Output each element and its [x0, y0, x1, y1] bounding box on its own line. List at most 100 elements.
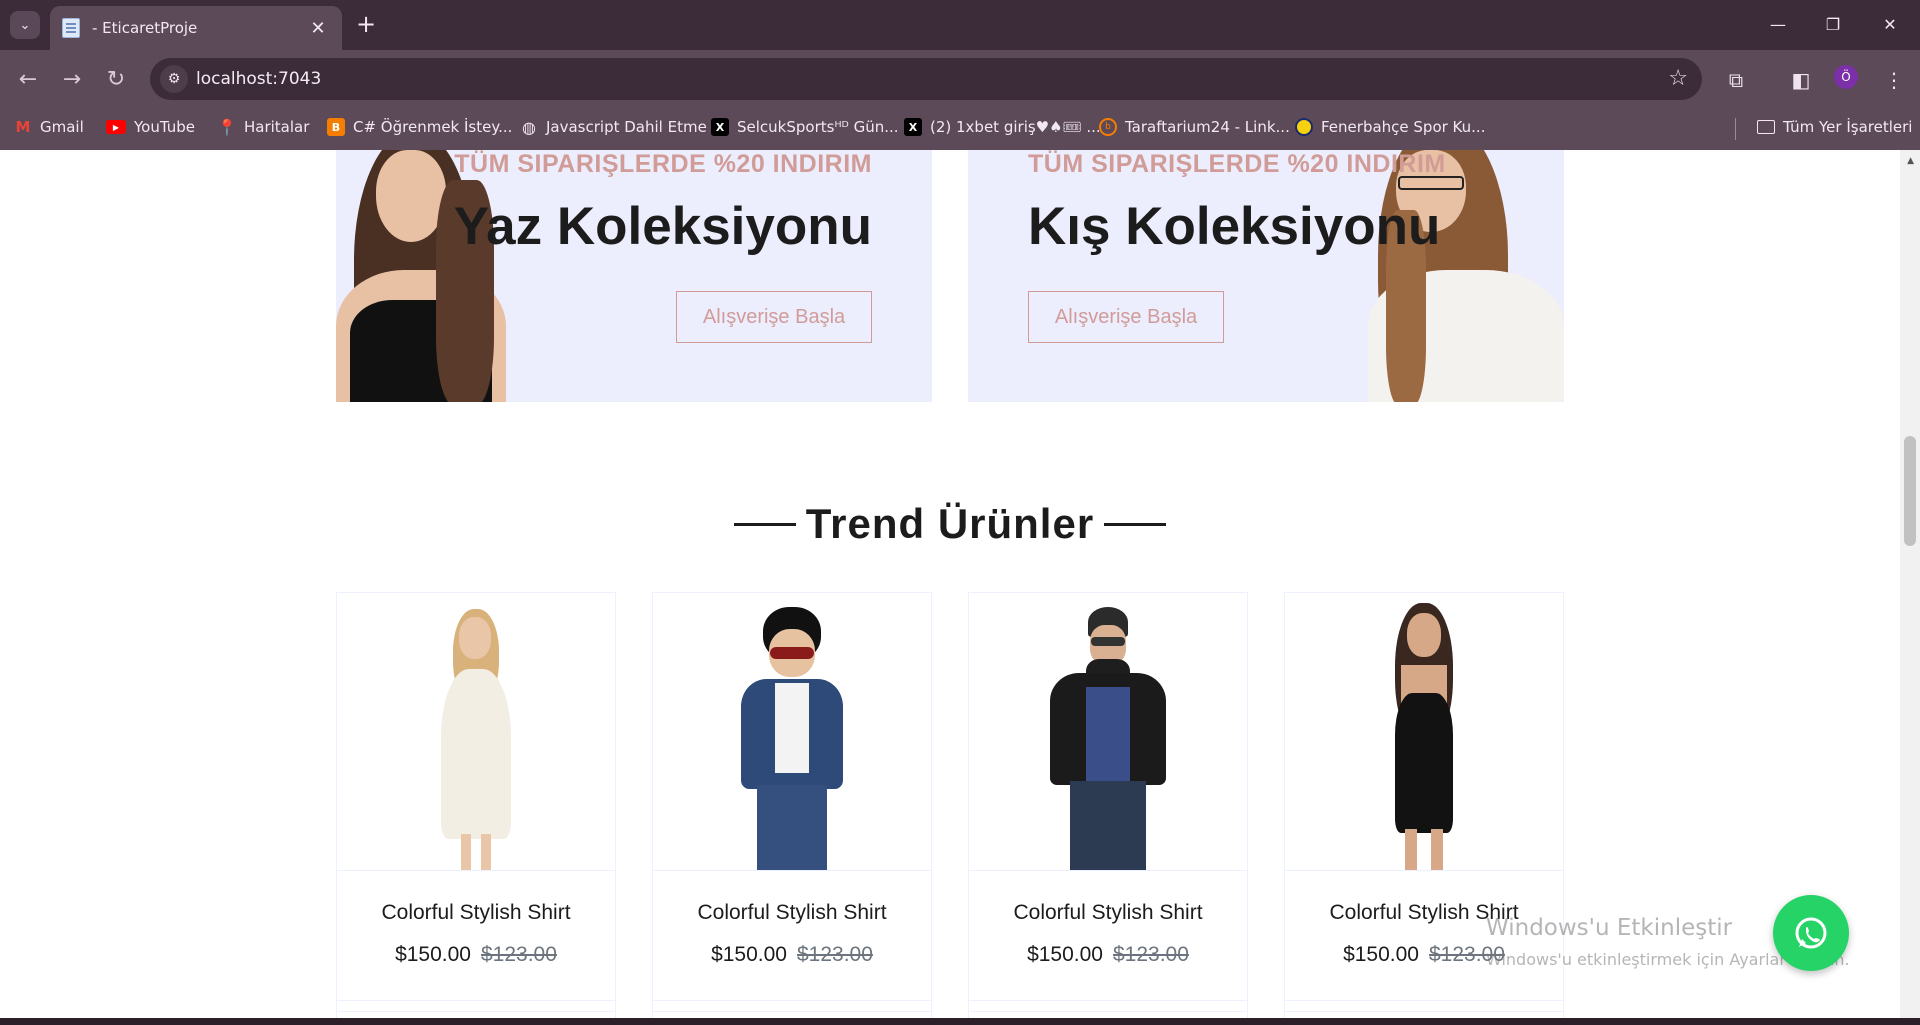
- product-image[interactable]: [653, 593, 931, 871]
- minimize-window-button[interactable]: —: [1756, 8, 1800, 42]
- heading-line-left: [733, 522, 796, 526]
- bookmark-taraftarium[interactable]: b Taraftarium24 - Link...: [1099, 118, 1290, 136]
- forward-button[interactable]: →: [56, 64, 88, 96]
- all-bookmarks-folder[interactable]: Tüm Yer İşaretleri: [1757, 118, 1912, 136]
- sunglasses-icon: [770, 647, 814, 659]
- product-card[interactable]: Colorful Stylish Shirt $150.00 $123.00: [1284, 592, 1564, 1012]
- old-price: $123.00: [1113, 943, 1189, 966]
- bookmark-label: Fenerbahçe Spor Ku...: [1321, 118, 1486, 136]
- winter-model-image: [1338, 150, 1564, 402]
- url-text[interactable]: localhost:7043: [196, 69, 321, 89]
- sunglasses-icon: [1091, 637, 1125, 646]
- browser-tab-bar: ⌄ - EticaretProje ✕ + — ❐ ✕: [0, 0, 1920, 50]
- extensions-icon[interactable]: ⧉: [1721, 68, 1751, 92]
- bookmark-label: Haritalar: [244, 118, 310, 136]
- current-price: $150.00: [395, 943, 471, 966]
- menu-kebab-icon[interactable]: ⋮: [1879, 68, 1909, 92]
- bookmark-label: Tüm Yer İşaretleri: [1783, 118, 1913, 136]
- current-price: $150.00: [1343, 943, 1419, 966]
- bookmark-selcuksports[interactable]: X SelcukSportsᴴᴰ Gün...: [711, 118, 899, 136]
- bookmark-label: Javascript Dahil Etme: [546, 118, 707, 136]
- product-name[interactable]: Colorful Stylish Shirt: [969, 901, 1247, 925]
- restore-window-button[interactable]: ❐: [1811, 8, 1855, 42]
- bookmark-label: C# Öğrenmek İstey...: [353, 118, 513, 136]
- product-name[interactable]: Colorful Stylish Shirt: [337, 901, 615, 925]
- whatsapp-chat-button[interactable]: [1773, 895, 1849, 971]
- close-window-button[interactable]: ✕: [1868, 8, 1912, 42]
- promo-banner-summer: TÜM SIPARIŞLERDE %20 INDIRIM Yaz Koleksi…: [336, 150, 932, 402]
- promo-offer-text: TÜM SIPARIŞLERDE %20 INDIRIM: [454, 150, 872, 178]
- product-price: $150.00 $123.00: [969, 943, 1247, 967]
- taskbar-edge: [0, 1018, 1920, 1025]
- heading-line-right: [1104, 522, 1167, 526]
- gmail-icon: M: [15, 118, 31, 136]
- bookmark-label: (2) 1xbet giriş♥♠🎟 ...: [930, 118, 1101, 136]
- reload-button[interactable]: ↻: [100, 64, 132, 96]
- trend-products-heading: Trend Ürünler: [0, 500, 1900, 548]
- youtube-icon: ▶: [106, 120, 126, 134]
- product-image[interactable]: [1285, 593, 1563, 871]
- address-bar[interactable]: ⚙ localhost:7043 ☆: [150, 58, 1702, 100]
- promo-title: Kış Koleksiyonu: [1028, 197, 1441, 256]
- browser-toolbar: ← → ↻ ⚙ localhost:7043 ☆ ⧉ ◧ ⋮: [0, 50, 1920, 108]
- bookmark-gmail[interactable]: M Gmail: [14, 118, 84, 136]
- product-card[interactable]: Colorful Stylish Shirt $150.00 $123.00: [968, 592, 1248, 1012]
- promo-banner-winter: TÜM SIPARIŞLERDE %20 INDIRIM Kış Koleksi…: [968, 150, 1564, 402]
- close-tab-icon[interactable]: ✕: [306, 18, 330, 39]
- current-price: $150.00: [711, 943, 787, 966]
- tab-title: - EticaretProje: [92, 19, 198, 37]
- bookmark-youtube[interactable]: ▶ YouTube: [106, 118, 195, 136]
- x-icon: X: [711, 118, 729, 136]
- page-favicon-icon: [62, 18, 80, 38]
- product-card[interactable]: Colorful Stylish Shirt $150.00 $123.00: [336, 592, 616, 1012]
- back-button[interactable]: ←: [12, 64, 44, 96]
- taraftarium-icon: b: [1099, 118, 1117, 136]
- profile-avatar[interactable]: Ö: [1834, 65, 1858, 89]
- folder-icon: [1757, 120, 1775, 134]
- summer-model-image: [336, 150, 516, 402]
- bookmark-csharp[interactable]: B C# Öğrenmek İstey...: [327, 118, 512, 136]
- bookmark-fenerbahce[interactable]: Fenerbahçe Spor Ku...: [1295, 118, 1485, 136]
- product-name[interactable]: Colorful Stylish Shirt: [653, 901, 931, 925]
- product-card[interactable]: Colorful Stylish Shirt $150.00 $123.00: [652, 592, 932, 1012]
- page-viewport: TÜM SIPARIŞLERDE %20 INDIRIM Yaz Koleksi…: [0, 150, 1920, 1018]
- old-price: $123.00: [797, 943, 873, 966]
- product-card-next-row[interactable]: [1284, 1000, 1564, 1018]
- product-card-next-row[interactable]: [968, 1000, 1248, 1018]
- bookmark-label: Gmail: [40, 118, 84, 136]
- bookmarks-separator: [1735, 118, 1736, 140]
- page-scrollbar[interactable]: ▲: [1900, 150, 1920, 1018]
- bookmark-label: SelcukSportsᴴᴰ Gün...: [737, 118, 899, 136]
- bookmark-1xbet[interactable]: X (2) 1xbet giriş♥♠🎟 ...: [904, 118, 1101, 136]
- product-card-next-row[interactable]: [652, 1000, 932, 1018]
- site-info-icon[interactable]: ⚙: [160, 65, 188, 93]
- whatsapp-icon: [1795, 917, 1827, 949]
- browser-tab-active[interactable]: - EticaretProje ✕: [50, 6, 342, 50]
- product-image[interactable]: [969, 593, 1247, 871]
- windows-activation-title: Windows'u Etkinleştir: [1486, 915, 1733, 941]
- bookmark-haritalar[interactable]: 📍 Haritalar: [217, 117, 310, 137]
- bookmark-label: Taraftarium24 - Link...: [1125, 118, 1290, 136]
- product-price: $150.00 $123.00: [653, 943, 931, 967]
- product-card-next-row[interactable]: [336, 1000, 616, 1018]
- side-panel-icon[interactable]: ◧: [1786, 68, 1816, 92]
- bookmark-star-icon[interactable]: ☆: [1668, 66, 1688, 91]
- promo-offer-text: TÜM SIPARIŞLERDE %20 INDIRIM: [1028, 150, 1446, 178]
- bookmark-javascript[interactable]: ◍ Javascript Dahil Etme: [520, 117, 707, 137]
- shop-now-button[interactable]: Alışverişe Başla: [676, 291, 872, 343]
- blogger-icon: B: [327, 118, 345, 136]
- scroll-up-arrow-icon[interactable]: ▲: [1907, 156, 1914, 166]
- product-image[interactable]: [337, 593, 615, 871]
- fenerbahce-icon: [1295, 118, 1313, 136]
- bookmark-label: YouTube: [134, 118, 195, 136]
- globe-icon: ◍: [522, 117, 536, 137]
- promo-title: Yaz Koleksiyonu: [453, 197, 872, 256]
- old-price: $123.00: [481, 943, 557, 966]
- section-title: Trend Ürünler: [805, 500, 1095, 547]
- maps-icon: 📍: [217, 117, 237, 137]
- scrollbar-thumb[interactable]: [1904, 436, 1916, 546]
- product-price: $150.00 $123.00: [337, 943, 615, 967]
- tab-search-button[interactable]: ⌄: [10, 11, 40, 39]
- new-tab-button[interactable]: +: [352, 10, 380, 38]
- shop-now-button[interactable]: Alışverişe Başla: [1028, 291, 1224, 343]
